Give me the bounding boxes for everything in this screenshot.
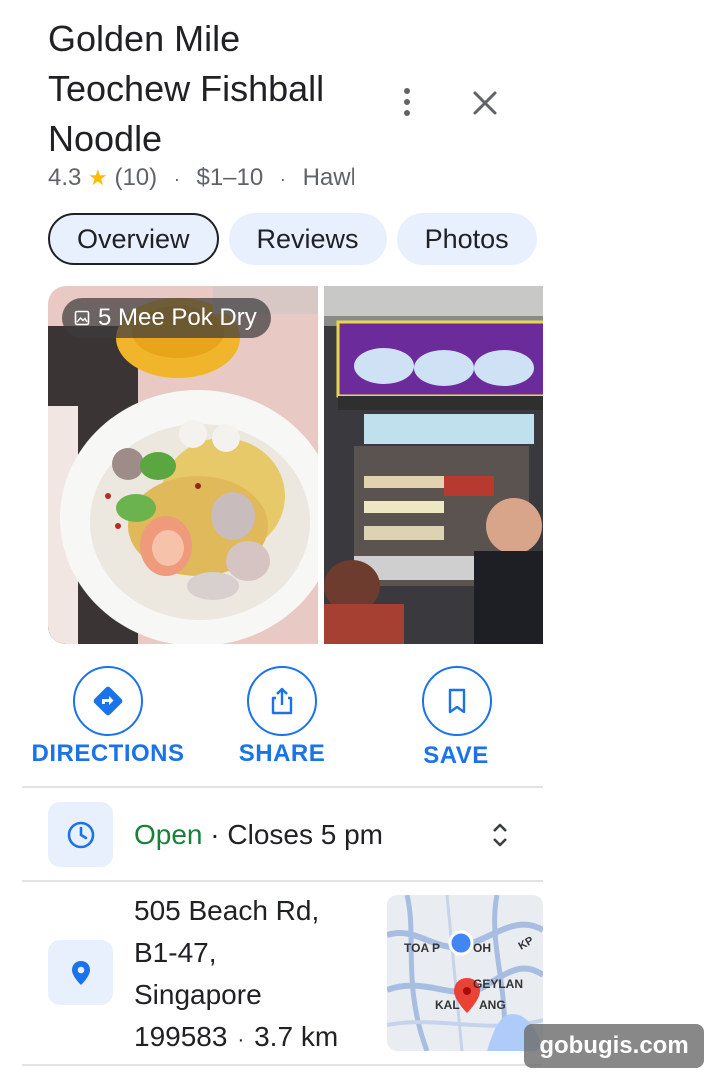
- more-vert-icon: [404, 88, 410, 94]
- address-line: 505 Beach Rd,: [134, 895, 320, 926]
- map-label: ANG: [479, 998, 506, 1012]
- tab-overview[interactable]: Overview: [48, 213, 219, 265]
- rating-value: 4.3: [48, 164, 82, 191]
- photo-mee-pok[interactable]: 5 Mee Pok Dry: [48, 286, 318, 644]
- photo-caption-chip: 5 Mee Pok Dry: [62, 298, 271, 338]
- place-panel: Golden Mile Teochew Fishball Noodle 4.3 …: [0, 0, 545, 1080]
- address-line: B1-47,: [134, 937, 217, 968]
- photo-stall[interactable]: [324, 286, 543, 644]
- map-label: GEYLAN: [473, 977, 523, 991]
- expand-hours-button[interactable]: [488, 818, 512, 852]
- share-label: SHARE: [238, 740, 326, 767]
- place-meta: 4.3 ★ (10) · $1–10 · Hawk: [48, 162, 354, 194]
- divider: [22, 880, 543, 882]
- directions-label: DIRECTIONS: [31, 740, 185, 767]
- bookmark-icon: [448, 688, 466, 714]
- share-icon: [271, 687, 293, 715]
- closing-time: Closes 5 pm: [227, 819, 384, 850]
- price-range: $1–10: [196, 164, 264, 191]
- divider: [22, 1064, 543, 1066]
- map-illustration: TOA P OH GEYLAN KAL ANG KP: [387, 895, 543, 1051]
- directions-button[interactable]: DIRECTIONS: [28, 666, 188, 778]
- map-label: TOA P: [404, 941, 440, 955]
- unfold-more-icon: [493, 823, 507, 847]
- review-count[interactable]: (10): [114, 164, 157, 191]
- divider: [22, 786, 543, 788]
- tab-reviews[interactable]: Reviews: [228, 213, 387, 265]
- place-title: Golden Mile Teochew Fishball Noodle: [48, 18, 325, 159]
- mee-pok-photo-illustration: [48, 286, 318, 644]
- close-icon: [473, 91, 497, 115]
- distance: 3.7 km: [254, 1021, 339, 1052]
- tab-photos[interactable]: Photos: [396, 213, 537, 265]
- address-block[interactable]: 505 Beach Rd, B1-47, Singapore 199583 · 3.…: [134, 890, 384, 1061]
- save-button[interactable]: SAVE: [376, 666, 536, 778]
- close-button[interactable]: [466, 84, 504, 122]
- directions-icon: [93, 686, 123, 716]
- place-category: Hawk: [302, 164, 354, 191]
- address-line: Singapore: [134, 979, 262, 1010]
- clock-icon: [67, 821, 94, 848]
- watermark: gobugis.com: [524, 1024, 704, 1068]
- more-options-button[interactable]: [390, 84, 424, 120]
- star-icon: ★: [88, 165, 108, 190]
- hours-icon-tile: [48, 802, 113, 867]
- photo-carousel[interactable]: 5 Mee Pok Dry: [48, 286, 543, 644]
- location-pin-icon: [71, 960, 90, 985]
- mini-map[interactable]: TOA P OH GEYLAN KAL ANG KP: [387, 895, 543, 1051]
- photo-caption: 5 Mee Pok Dry: [98, 304, 257, 331]
- address-icon-tile: [48, 940, 113, 1005]
- photo-icon: [74, 310, 90, 326]
- hours-row[interactable]: Open · Closes 5 pm: [134, 816, 383, 854]
- tab-bar: Overview Reviews Photos: [48, 213, 543, 267]
- map-label: KAL: [435, 998, 460, 1012]
- stall-photo-illustration: [324, 286, 543, 644]
- save-label: SAVE: [423, 742, 489, 769]
- postal-code: 199583: [134, 1021, 228, 1052]
- map-label: OH: [473, 941, 491, 955]
- open-status: Open: [134, 819, 203, 850]
- share-button[interactable]: SHARE: [202, 666, 362, 778]
